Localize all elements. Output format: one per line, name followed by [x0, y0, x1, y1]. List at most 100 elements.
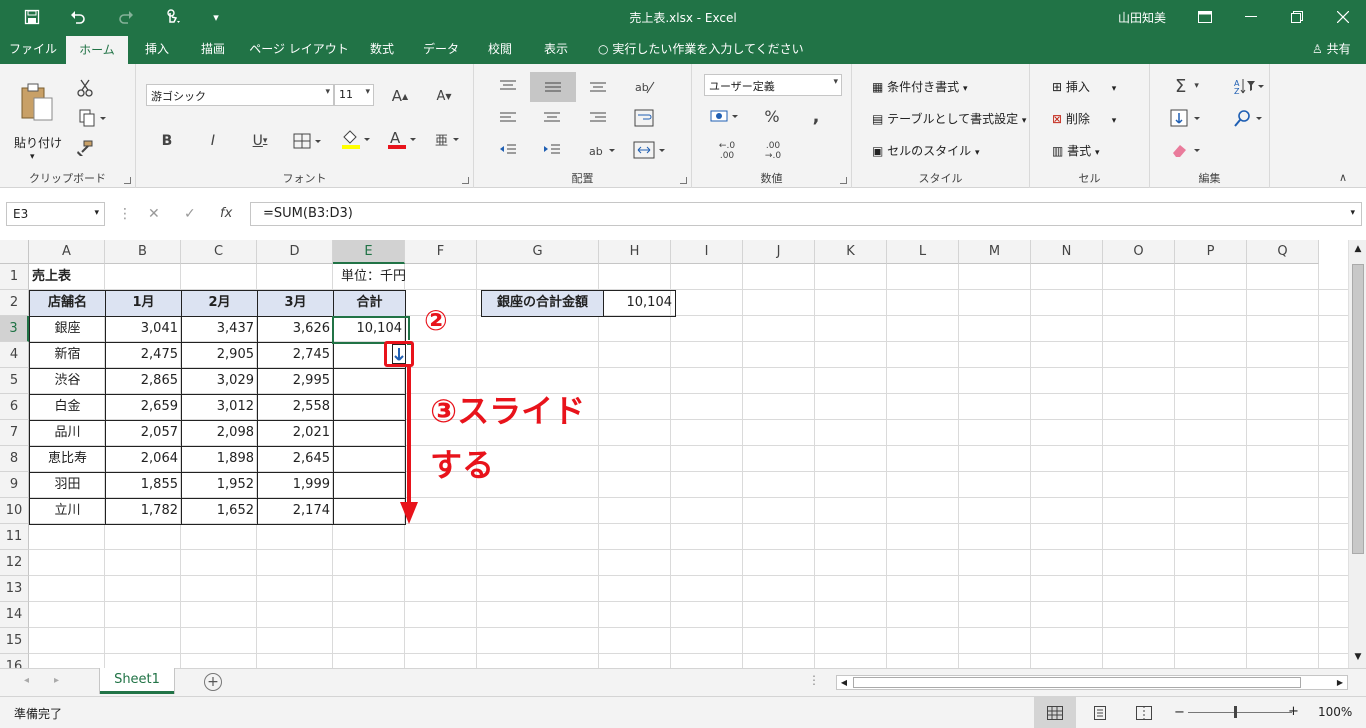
column-header-J[interactable]: J [743, 240, 815, 264]
sales-value-cell[interactable]: 1,782 [105, 498, 182, 525]
sales-value-cell[interactable] [333, 420, 406, 447]
zoom-level[interactable]: 100% [1318, 705, 1352, 719]
collapse-ribbon-icon[interactable]: ∧ [1334, 170, 1352, 184]
formula-input[interactable]: =SUM(B3:D3) ▾ [250, 202, 1362, 226]
sales-value-cell[interactable] [333, 394, 406, 421]
cell-styles-button[interactable]: ▣ セルのスタイル ▾ [872, 142, 980, 159]
percent-icon[interactable]: % [758, 104, 786, 128]
bold-icon[interactable]: B [156, 130, 178, 152]
store-name-cell[interactable]: 銀座 [29, 316, 106, 343]
sales-value-cell[interactable]: 2,745 [257, 342, 334, 369]
row-header-5[interactable]: 5 [0, 368, 29, 394]
increase-decimal-icon[interactable]: ←.0.00 [710, 138, 744, 164]
tab-formulas[interactable]: 数式 [360, 34, 404, 64]
sheet-tab-sheet1[interactable]: Sheet1 [100, 668, 174, 694]
minimize-icon[interactable] [1228, 0, 1274, 34]
row-header-12[interactable]: 12 [0, 550, 29, 576]
phonetic-icon[interactable]: 亜 [430, 126, 464, 154]
row-header-3[interactable]: 3 [0, 316, 29, 342]
sales-value-cell[interactable]: 2,645 [257, 446, 334, 473]
wrap-text-icon[interactable] [630, 106, 658, 130]
align-middle-icon[interactable] [530, 72, 576, 102]
page-layout-view-icon[interactable] [1082, 697, 1118, 728]
sales-value-cell[interactable]: 3,626 [257, 316, 334, 343]
enter-icon[interactable]: ✓ [184, 202, 196, 226]
row-header-10[interactable]: 10 [0, 498, 29, 524]
sales-value-cell[interactable]: 2,021 [257, 420, 334, 447]
sales-value-cell[interactable]: 2,475 [105, 342, 182, 369]
table-header-cell[interactable]: 店舗名 [29, 290, 106, 317]
zoom-out-icon[interactable]: − [1174, 705, 1185, 720]
clear-icon[interactable] [1166, 138, 1208, 162]
sales-value-cell[interactable] [333, 368, 406, 395]
user-name[interactable]: 山田知美 [1118, 9, 1166, 26]
store-name-cell[interactable]: 新宿 [29, 342, 106, 369]
tab-file[interactable]: ファイル [6, 34, 60, 64]
tab-data[interactable]: データ [416, 34, 466, 64]
column-header-D[interactable]: D [257, 240, 333, 264]
sales-value-cell[interactable] [333, 498, 406, 525]
row-header-15[interactable]: 15 [0, 628, 29, 654]
sales-value-cell[interactable]: 3,012 [181, 394, 258, 421]
column-header-A[interactable]: A [29, 240, 105, 264]
column-header-Q[interactable]: Q [1247, 240, 1319, 264]
select-all-corner[interactable] [0, 240, 29, 264]
sales-value-cell[interactable]: 1,898 [181, 446, 258, 473]
paste-icon[interactable] [14, 74, 58, 130]
row-header-16[interactable]: 16 [0, 654, 29, 668]
table-header-cell[interactable]: 3月 [257, 290, 334, 317]
merge-center-icon[interactable] [630, 138, 670, 162]
font-launcher-icon[interactable] [462, 177, 469, 184]
delete-cells-button[interactable]: ⊠ 削除 ▾ [1052, 110, 1116, 127]
prev-sheet-icon[interactable]: ◂ [24, 675, 29, 686]
zoom-slider[interactable] [1188, 712, 1292, 713]
sales-value-cell[interactable]: 2,905 [181, 342, 258, 369]
sales-value-cell[interactable]: 2,659 [105, 394, 182, 421]
italic-icon[interactable]: I [202, 130, 224, 152]
column-header-P[interactable]: P [1175, 240, 1247, 264]
sales-value-cell[interactable]: 2,098 [181, 420, 258, 447]
row-header-14[interactable]: 14 [0, 602, 29, 628]
summary-value-cell[interactable]: 10,104 [603, 290, 676, 317]
tab-insert[interactable]: 挿入 [134, 34, 180, 64]
expand-formula-icon[interactable]: ▾ [1350, 208, 1355, 218]
restore-icon[interactable] [1274, 0, 1320, 34]
add-sheet-icon[interactable]: + [204, 673, 222, 691]
sheet-title[interactable]: 売上表 [29, 264, 181, 290]
comma-icon[interactable]: , [802, 104, 830, 128]
column-header-N[interactable]: N [1031, 240, 1103, 264]
store-name-cell[interactable]: 白金 [29, 394, 106, 421]
number-format-combo[interactable]: ユーザー定義 ▾ [704, 74, 842, 96]
font-name-combo[interactable]: 游ゴシック ▾ [146, 84, 334, 106]
find-select-icon[interactable] [1232, 106, 1266, 130]
shrink-font-icon[interactable]: A ▼ [430, 84, 458, 108]
normal-view-icon[interactable] [1034, 697, 1076, 728]
fill-color-icon[interactable] [336, 126, 376, 154]
conditional-formatting-button[interactable]: ▦ 条件付き書式 ▾ [872, 78, 968, 95]
row-header-8[interactable]: 8 [0, 446, 29, 472]
font-size-combo[interactable]: 11 ▾ [334, 84, 374, 106]
customize-icon[interactable]: ▾ [196, 0, 236, 34]
cut-icon[interactable] [72, 76, 98, 100]
column-header-H[interactable]: H [599, 240, 671, 264]
store-name-cell[interactable]: 品川 [29, 420, 106, 447]
column-header-I[interactable]: I [671, 240, 743, 264]
align-left-icon[interactable] [496, 108, 520, 128]
border-icon[interactable] [288, 130, 328, 152]
row-header-6[interactable]: 6 [0, 394, 29, 420]
format-painter-icon[interactable] [72, 136, 98, 160]
active-cell-E3[interactable] [332, 316, 410, 344]
sales-value-cell[interactable]: 2,995 [257, 368, 334, 395]
alignment-launcher-icon[interactable] [680, 177, 687, 184]
sales-value-cell[interactable]: 2,558 [257, 394, 334, 421]
store-name-cell[interactable]: 渋谷 [29, 368, 106, 395]
grow-font-icon[interactable]: A ▲ [386, 84, 414, 108]
vertical-scrollbar[interactable]: ▲ ▼ [1348, 240, 1366, 668]
sales-value-cell[interactable]: 2,057 [105, 420, 182, 447]
currency-icon[interactable] [706, 104, 746, 128]
zoom-in-icon[interactable]: + [1288, 704, 1299, 719]
tab-draw[interactable]: 描画 [190, 34, 236, 64]
column-header-C[interactable]: C [181, 240, 257, 264]
h-scroll-thumb[interactable] [853, 677, 1301, 688]
tab-split-icon[interactable]: ⋮ [808, 673, 820, 687]
